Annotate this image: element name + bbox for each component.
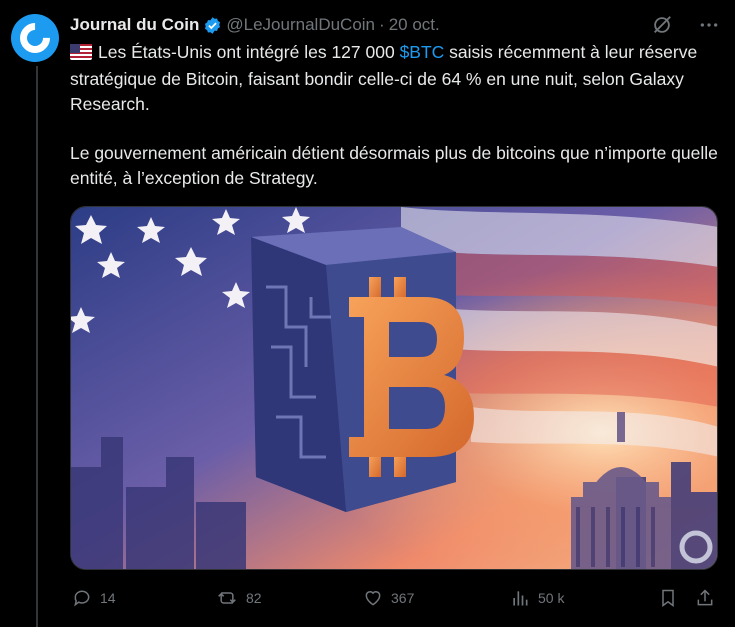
reply-icon	[74, 590, 90, 607]
verified-badge-icon[interactable]	[203, 16, 222, 35]
tweet-date[interactable]: 20 oct.	[389, 15, 440, 35]
us-flag-emoji	[70, 42, 92, 67]
bookmark-button[interactable]	[658, 588, 678, 608]
thread-line	[36, 66, 38, 627]
tweet-text-part-1: Les États-Unis ont intégré les 127 000	[98, 42, 400, 62]
tweet-header: Journal du Coin @LeJournalDuCoin · 20 oc…	[70, 14, 719, 36]
views-icon	[513, 591, 528, 606]
views-button[interactable]: 50 k	[510, 588, 564, 608]
reply-button[interactable]: 14	[72, 588, 116, 608]
like-count: 367	[391, 590, 415, 606]
avatar[interactable]	[11, 14, 59, 62]
separator-dot: ·	[379, 15, 385, 34]
reply-count: 14	[100, 590, 116, 606]
cashtag-link[interactable]: $BTC	[400, 42, 445, 62]
grok-icon[interactable]	[651, 14, 673, 41]
repost-icon	[218, 592, 236, 604]
like-button[interactable]: 367	[363, 588, 414, 608]
like-icon	[365, 591, 381, 606]
tweet-paragraph-1: Les États-Unis ont intégré les 127 000 $…	[70, 40, 720, 117]
bitcoin-reserve-illustration	[71, 207, 717, 569]
author-name[interactable]: Journal du Coin	[70, 15, 199, 35]
tweet-actions: 14 82 367 50 k	[70, 588, 718, 610]
journal-du-coin-logo	[13, 16, 57, 60]
repost-button[interactable]: 82	[216, 588, 262, 608]
repost-count: 82	[246, 590, 262, 606]
tweet-paragraph-2: Le gouvernement américain détient désorm…	[70, 143, 718, 188]
views-count: 50 k	[538, 590, 565, 606]
share-icon	[697, 589, 713, 606]
tweet-text: Les États-Unis ont intégré les 127 000 $…	[70, 40, 720, 215]
share-button[interactable]	[695, 588, 715, 608]
bookmark-icon	[662, 589, 674, 607]
author-handle[interactable]: @LeJournalDuCoin	[226, 15, 375, 35]
tweet-image[interactable]	[70, 206, 718, 570]
more-icon[interactable]	[699, 15, 719, 40]
